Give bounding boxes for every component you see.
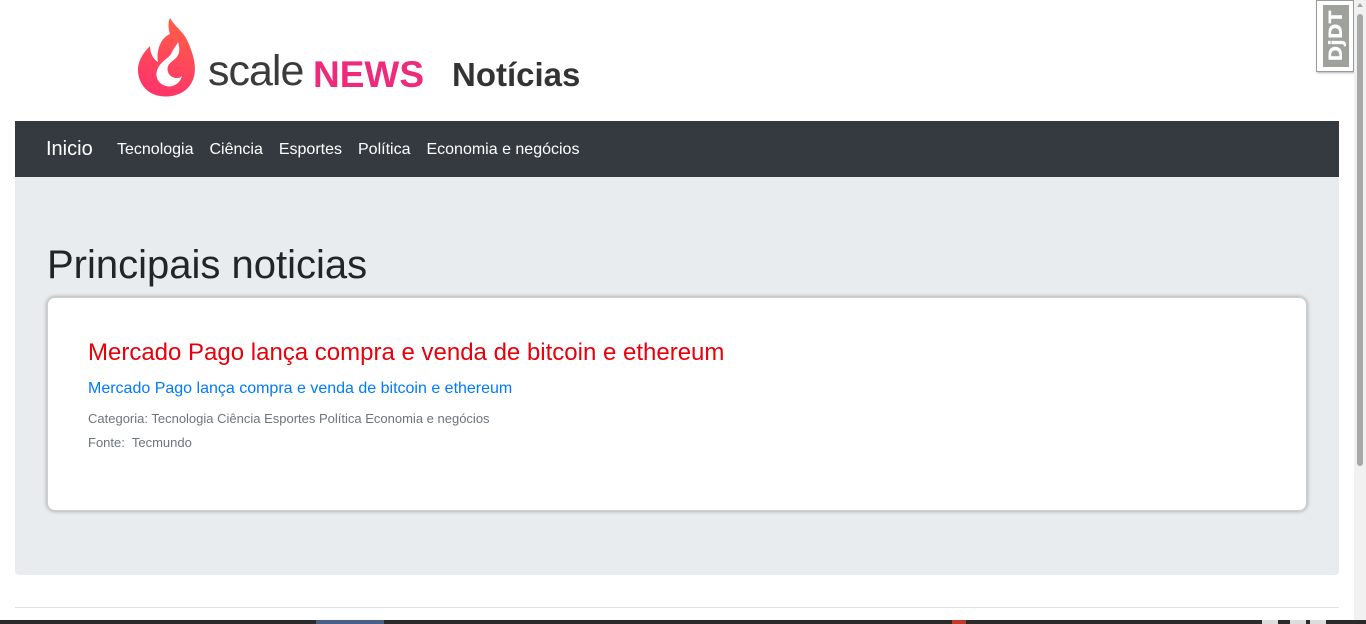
news-source-value: Tecmundo [131, 435, 192, 450]
news-source: Fonte: Tecmundo [88, 434, 192, 452]
news-headline-link[interactable]: Mercado Pago lança compra e venda de bit… [88, 338, 724, 368]
nav-link-politica[interactable]: Política [350, 139, 418, 161]
nav-links: Tecnologia Ciência Esportes Política Eco… [117, 139, 587, 161]
site-header: scale NEWS Notícias [0, 0, 1354, 121]
footer-divider [15, 607, 1339, 608]
debug-toolbar-badge: DjDT [1323, 5, 1349, 67]
taskbar-tray-icon[interactable] [1290, 620, 1306, 624]
flame-logo-icon [138, 18, 195, 97]
scroll-up-arrow-icon[interactable] [1357, 3, 1363, 7]
logo-wordmark-scale: scale [208, 47, 304, 95]
nav-link-economia[interactable]: Economia e negócios [418, 139, 587, 161]
news-category: Categoria: Tecnologia Ciência Esportes P… [88, 411, 490, 426]
nav-brand-inicio[interactable]: Inicio [46, 136, 93, 162]
main-content: Principais noticias Mercado Pago lança c… [15, 177, 1339, 575]
debug-toolbar-handle[interactable]: DjDT [1316, 0, 1354, 72]
nav-link-tecnologia[interactable]: Tecnologia [117, 139, 202, 161]
taskbar-active-app[interactable] [316, 620, 384, 624]
taskbar-tray-icon[interactable] [1310, 620, 1326, 624]
taskbar-app-icon[interactable] [952, 620, 966, 624]
section-heading-noticias: Notícias [452, 56, 581, 93]
logo-wordmark-news: NEWS [313, 54, 424, 95]
scrollbar-thumb[interactable] [1357, 14, 1363, 466]
nav-link-esportes[interactable]: Esportes [271, 139, 350, 161]
page-title: Principais noticias [47, 243, 368, 287]
nav-link-ciencia[interactable]: Ciência [202, 139, 271, 161]
debug-toolbar-label: DjDT [1325, 10, 1347, 62]
news-source-label: Fonte: [88, 435, 125, 450]
main-navbar: Inicio Tecnologia Ciência Esportes Polít… [15, 121, 1339, 177]
news-card: Mercado Pago lança compra e venda de bit… [47, 297, 1307, 511]
page-scrollbar[interactable] [1354, 0, 1366, 624]
news-subtitle-link[interactable]: Mercado Pago lança compra e venda de bit… [88, 378, 512, 400]
os-taskbar-strip [0, 620, 1366, 624]
taskbar-tray-icon[interactable] [1262, 620, 1278, 624]
